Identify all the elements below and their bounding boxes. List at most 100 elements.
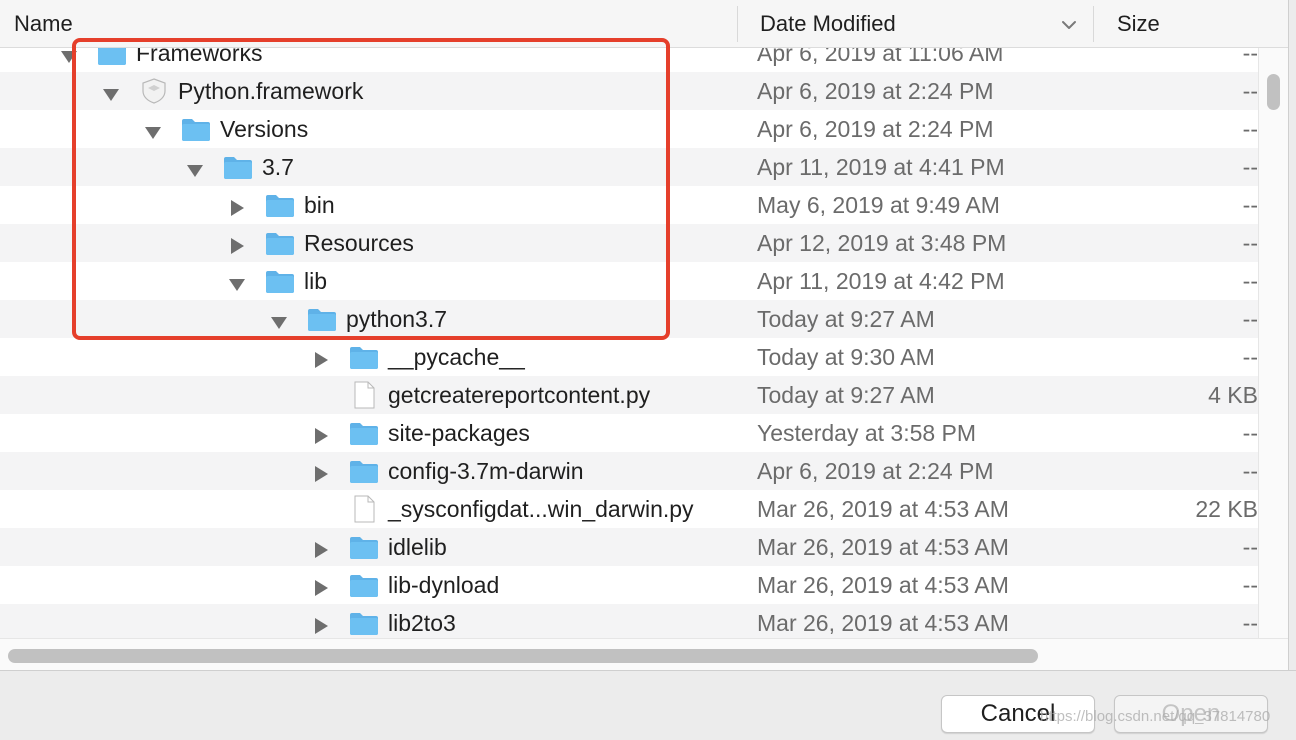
file-row[interactable]: __pycache__ Today at 9:30 AM -- [0,338,1258,376]
file-row[interactable]: site-packages Yesterday at 3:58 PM -- [0,414,1258,452]
date-modified: Today at 9:27 AM [757,306,935,332]
sort-chevron-down-icon[interactable] [1060,16,1078,34]
file-row[interactable]: Python.framework Apr 6, 2019 at 2:24 PM -- [0,72,1258,110]
date-modified-column-header[interactable]: Date Modified [760,0,896,47]
date-modified: Today at 9:27 AM [757,382,935,408]
file-name: __pycache__ [388,344,525,370]
file-row[interactable]: Versions Apr 6, 2019 at 2:24 PM -- [0,110,1258,148]
framework-icon [138,77,170,105]
date-modified: Apr 6, 2019 at 2:24 PM [757,458,994,484]
date-modified: Mar 26, 2019 at 4:53 AM [757,496,1009,522]
folder-icon [348,419,380,447]
date-modified: Mar 26, 2019 at 4:53 AM [757,610,1009,636]
file-name: 3.7 [262,154,294,180]
disclosure-triangle-collapsed-icon[interactable] [228,196,246,216]
file-name: site-packages [388,420,530,446]
file-name: config-3.7m-darwin [388,458,584,484]
file-name: python3.7 [346,306,448,332]
folder-icon [348,609,380,637]
name-column-header[interactable]: Name [14,0,73,47]
date-modified: Mar 26, 2019 at 4:53 AM [757,534,1009,560]
file-size: -- [1242,306,1258,332]
disclosure-triangle-collapsed-icon[interactable] [312,538,330,558]
file-row[interactable]: lib Apr 11, 2019 at 4:42 PM -- [0,262,1258,300]
file-name: Resources [304,230,414,256]
disclosure-triangle-expanded-icon[interactable] [270,310,288,329]
date-modified: Yesterday at 3:58 PM [757,420,977,446]
date-modified: Today at 9:30 AM [757,344,935,370]
disclosure-triangle-collapsed-icon[interactable] [312,462,330,482]
column-header-bar: Name Date Modified Size [0,0,1288,48]
folder-icon [306,305,338,333]
file-row[interactable]: getcreatereportcontent.py Today at 9:27 A… [0,376,1258,414]
file-row[interactable]: lib2to3 Mar 26, 2019 at 4:53 AM -- [0,604,1258,642]
disclosure-triangle-collapsed-icon[interactable] [312,614,330,634]
file-row[interactable]: idlelib Mar 26, 2019 at 4:53 AM -- [0,528,1258,566]
file-size: -- [1242,344,1258,370]
folder-icon [348,343,380,371]
disclosure-triangle-expanded-icon[interactable] [228,272,246,291]
file-name: Python.framework [178,78,364,104]
folder-icon [348,571,380,599]
adjacent-window-edge [1288,0,1296,670]
file-size: -- [1242,458,1258,484]
file-row[interactable]: bin May 6, 2019 at 9:49 AM -- [0,186,1258,224]
folder-icon [264,267,296,295]
file-row[interactable]: 3.7 Apr 11, 2019 at 4:41 PM -- [0,148,1258,186]
date-modified: May 6, 2019 at 9:49 AM [757,192,1000,218]
file-size: -- [1242,534,1258,560]
date-modified: Apr 11, 2019 at 4:42 PM [757,268,1005,294]
file-size: -- [1242,154,1258,180]
date-modified: Apr 6, 2019 at 2:24 PM [757,78,994,104]
disclosure-triangle-collapsed-icon[interactable] [312,424,330,444]
file-list: Frameworks Apr 6, 2019 at 11:06 AM -- Pytho… [0,34,1258,646]
file-size: 4 KB [1208,382,1258,408]
watermark-text: https://blog.csdn.net/qq_37814780 [1040,708,1271,725]
date-modified: Apr 12, 2019 at 3:48 PM [757,230,1007,256]
file-row[interactable]: Resources Apr 12, 2019 at 3:48 PM -- [0,224,1258,262]
disclosure-triangle-collapsed-icon[interactable] [312,576,330,596]
date-modified: Apr 6, 2019 at 2:24 PM [757,116,994,142]
file-row[interactable]: _sysconfigdat...win_darwin.py Mar 26, 201… [0,490,1258,528]
file-name: lib-dynload [388,572,500,598]
column-divider[interactable] [737,6,738,42]
file-name: idlelib [388,534,447,560]
file-name: bin [304,192,335,218]
date-modified: Apr 11, 2019 at 4:41 PM [757,154,1005,180]
file-row[interactable]: config-3.7m-darwin Apr 6, 2019 at 2:24 PM… [0,452,1258,490]
file-name: _sysconfigdat...win_darwin.py [388,496,694,522]
disclosure-triangle-expanded-icon[interactable] [144,120,162,139]
file-size: 22 KB [1195,496,1258,522]
folder-icon [222,153,254,181]
file-size: -- [1242,610,1258,636]
file-size: -- [1242,420,1258,446]
folder-icon [348,533,380,561]
folder-icon [180,115,212,143]
disclosure-triangle-collapsed-icon[interactable] [312,348,330,368]
document-icon [348,495,380,523]
disclosure-triangle-collapsed-icon[interactable] [228,234,246,254]
file-browser-panel: Name Date Modified Size Frameworks Apr 6,… [0,0,1288,670]
date-modified: Mar 26, 2019 at 4:53 AM [757,572,1009,598]
horizontal-scrollbar[interactable] [0,638,1288,670]
file-size: -- [1242,572,1258,598]
disclosure-triangle-expanded-icon[interactable] [186,158,204,177]
column-divider[interactable] [1093,6,1094,42]
dialog-footer: Cancel Open [0,670,1296,740]
size-column-header[interactable]: Size [1117,0,1160,47]
file-size: -- [1242,230,1258,256]
vertical-scrollbar[interactable] [1258,48,1288,638]
file-row[interactable]: lib-dynload Mar 26, 2019 at 4:53 AM -- [0,566,1258,604]
file-row[interactable]: python3.7 Today at 9:27 AM -- [0,300,1258,338]
file-name: lib [304,268,328,294]
file-name: Versions [220,116,309,142]
horizontal-scroll-thumb[interactable] [8,649,1038,663]
file-size: -- [1242,192,1258,218]
file-size: -- [1242,268,1258,294]
disclosure-triangle-expanded-icon[interactable] [102,82,120,101]
folder-icon [348,457,380,485]
file-name: lib2to3 [388,610,456,636]
vertical-scroll-thumb[interactable] [1267,74,1280,110]
file-name: getcreatereportcontent.py [388,382,651,408]
folder-icon [264,229,296,257]
